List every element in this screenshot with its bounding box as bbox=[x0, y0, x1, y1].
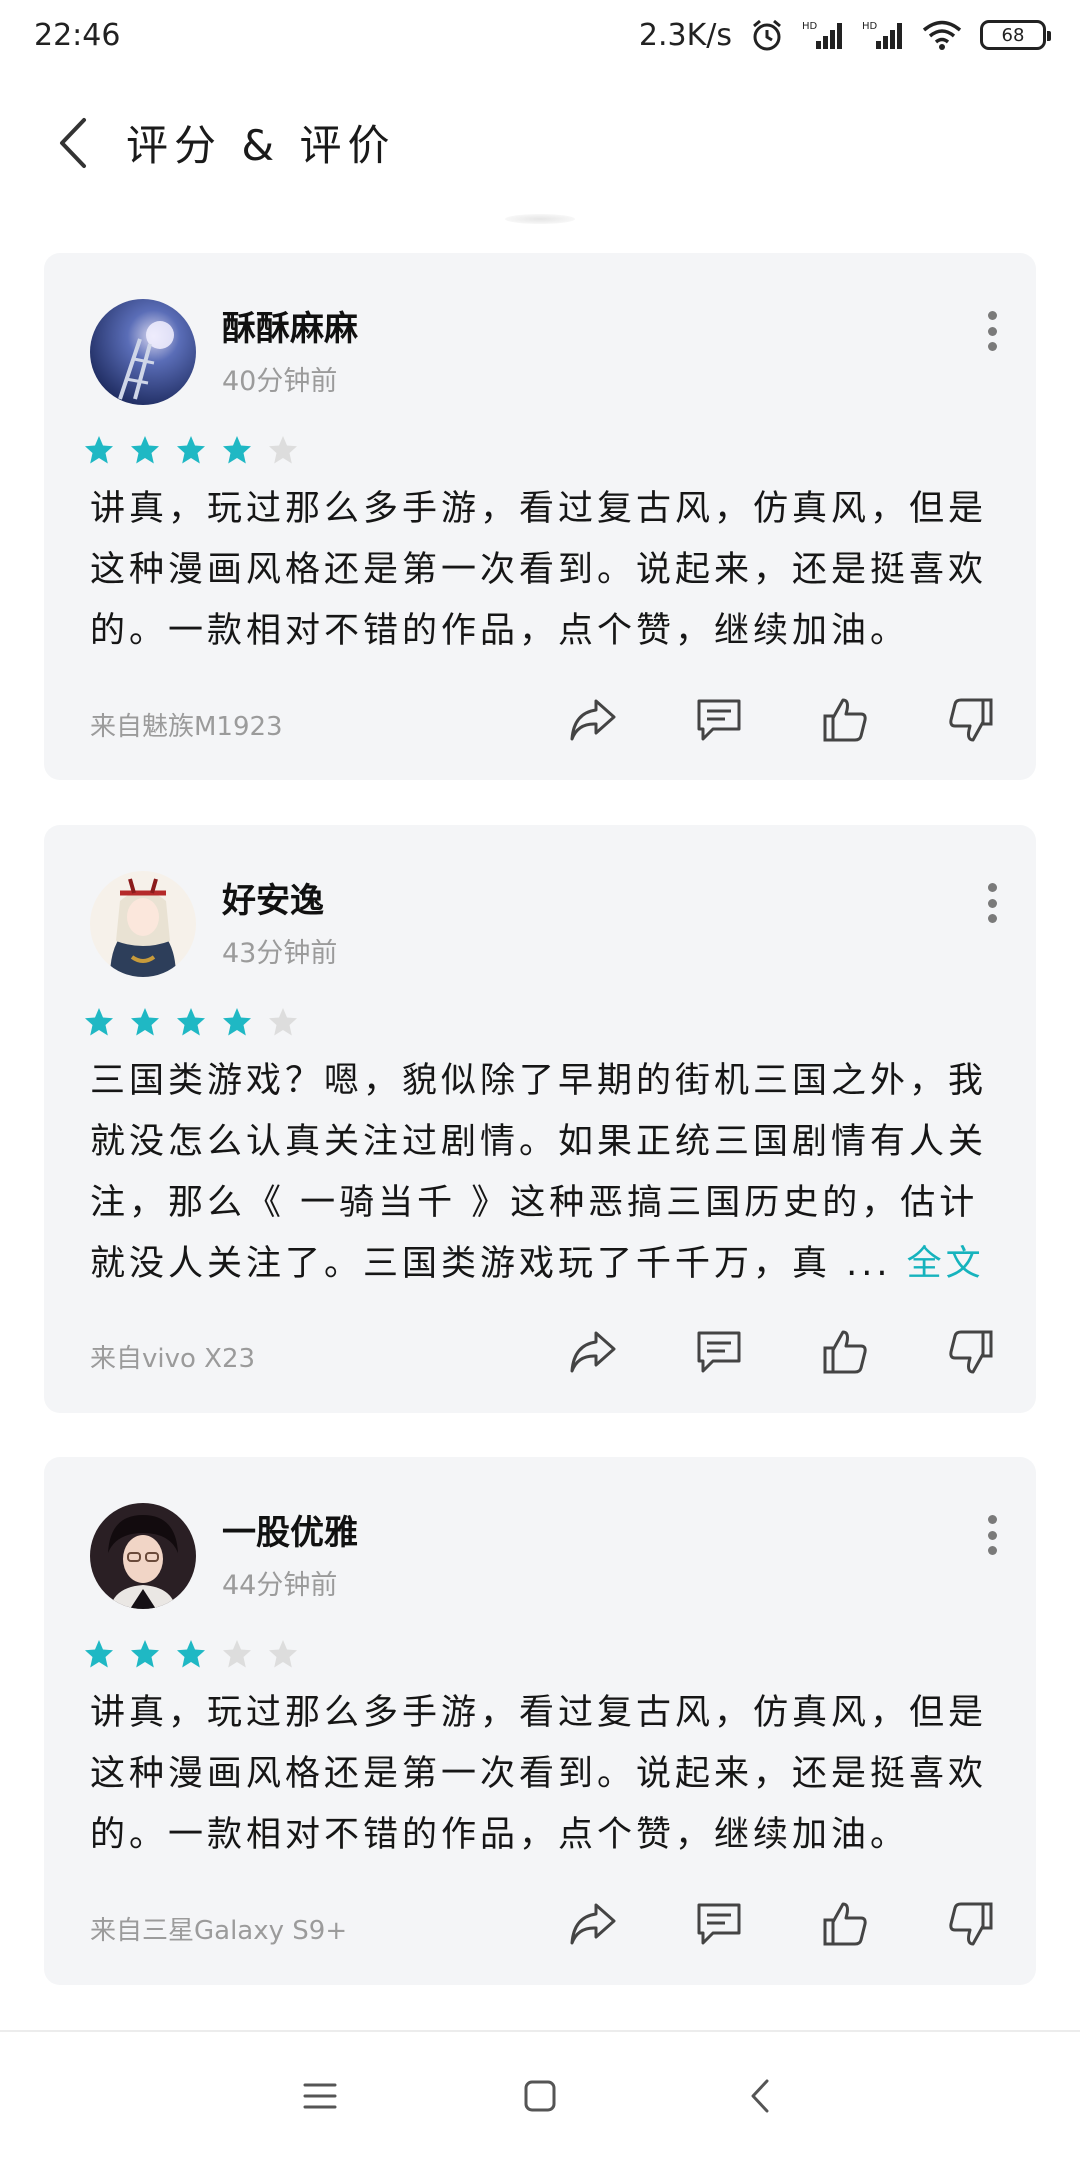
comment-icon[interactable] bbox=[694, 695, 744, 745]
device-label: 来自三星Galaxy S9+ bbox=[90, 1916, 348, 1946]
review-card: 好安逸 43分钟前 三国类游戏？嗯，貌似除了早期的街机三国之外，我就没怎么认真关… bbox=[44, 825, 1036, 1413]
star-filled-icon bbox=[85, 1640, 113, 1668]
svg-text:HD: HD bbox=[862, 21, 878, 32]
device-label: 来自魅族M1923 bbox=[90, 712, 283, 742]
reviewer-name: 酥酥麻麻 bbox=[222, 309, 358, 349]
review-time: 44分钟前 bbox=[222, 1570, 338, 1601]
star-empty-icon bbox=[269, 436, 297, 464]
review-card: 酥酥麻麻 40分钟前 讲真，玩过那么多手游，看过复古风，仿真风，但是这种漫画风格… bbox=[44, 253, 1036, 780]
menu-icon[interactable] bbox=[295, 2071, 345, 2121]
star-filled-icon bbox=[223, 1008, 251, 1036]
star-filled-icon bbox=[85, 1008, 113, 1036]
review-body: 讲真，玩过那么多手游，看过复古风，仿真风，但是这种漫画风格还是第一次看到。说起来… bbox=[90, 489, 988, 651]
signal-hd-icon-2: HD bbox=[862, 21, 902, 49]
review-actions bbox=[568, 1327, 996, 1377]
rating-stars bbox=[84, 1639, 298, 1669]
avatar[interactable] bbox=[90, 871, 196, 977]
comment-icon[interactable] bbox=[694, 1899, 744, 1949]
reviews-page: 22:46 2.3K/s HD HD 68 评分 & 评价 酥酥麻麻 40分钟前… bbox=[0, 0, 1080, 2160]
review-card: 一股优雅 44分钟前 讲真，玩过那么多手游，看过复古风，仿真风，但是这种漫画风格… bbox=[44, 1457, 1036, 1985]
scroll-indicator bbox=[505, 214, 575, 224]
review-text: 讲真，玩过那么多手游，看过复古风，仿真风，但是这种漫画风格还是第一次看到。说起来… bbox=[90, 479, 998, 662]
page-title: 评分 & 评价 bbox=[126, 121, 396, 170]
star-filled-icon bbox=[131, 1640, 159, 1668]
more-options-icon[interactable] bbox=[986, 1515, 998, 1555]
reviewer-name: 好安逸 bbox=[222, 881, 324, 921]
star-empty-icon bbox=[269, 1008, 297, 1036]
back-arrow-icon[interactable] bbox=[58, 113, 102, 173]
review-time: 40分钟前 bbox=[222, 366, 338, 397]
status-icons: 2.3K/s HD HD 68 bbox=[638, 17, 1051, 53]
comment-icon[interactable] bbox=[694, 1327, 744, 1377]
home-icon[interactable] bbox=[515, 2071, 565, 2121]
review-actions bbox=[568, 695, 996, 745]
star-filled-icon bbox=[177, 1640, 205, 1668]
share-icon[interactable] bbox=[568, 695, 618, 745]
thumbs-up-icon[interactable] bbox=[820, 1327, 870, 1377]
avatar[interactable] bbox=[90, 299, 196, 405]
review-text: 三国类游戏？嗯，貌似除了早期的街机三国之外，我就没怎么认真关注过剧情。如果正统三… bbox=[90, 1051, 998, 1295]
rating-stars bbox=[84, 1007, 298, 1037]
net-speed: 2.3K/s bbox=[638, 17, 732, 53]
star-filled-icon bbox=[177, 1008, 205, 1036]
star-filled-icon bbox=[177, 436, 205, 464]
star-empty-icon bbox=[223, 1640, 251, 1668]
review-body: 三国类游戏？嗯，貌似除了早期的街机三国之外，我就没怎么认真关注过剧情。如果正统三… bbox=[90, 1061, 988, 1284]
header: 评分 & 评价 bbox=[0, 90, 1080, 195]
review-text: 讲真，玩过那么多手游，看过复古风，仿真风，但是这种漫画风格还是第一次看到。说起来… bbox=[90, 1683, 998, 1866]
thumbs-up-icon[interactable] bbox=[820, 1899, 870, 1949]
share-icon[interactable] bbox=[568, 1899, 618, 1949]
alarm-icon bbox=[753, 19, 781, 51]
star-empty-icon bbox=[269, 1640, 297, 1668]
system-nav-bar bbox=[0, 2030, 1080, 2160]
reviewer-name: 一股优雅 bbox=[222, 1513, 358, 1553]
thumbs-down-icon[interactable] bbox=[946, 695, 996, 745]
star-filled-icon bbox=[85, 436, 113, 464]
more-options-icon[interactable] bbox=[986, 311, 998, 351]
thumbs-down-icon[interactable] bbox=[946, 1899, 996, 1949]
status-bar: 22:46 2.3K/s HD HD 68 bbox=[0, 0, 1080, 70]
star-filled-icon bbox=[131, 1008, 159, 1036]
thumbs-up-icon[interactable] bbox=[820, 695, 870, 745]
avatar[interactable] bbox=[90, 1503, 196, 1609]
share-icon[interactable] bbox=[568, 1327, 618, 1377]
review-actions bbox=[568, 1899, 996, 1949]
battery-icon: 68 bbox=[980, 20, 1051, 50]
battery-level: 68 bbox=[1001, 24, 1025, 46]
review-time: 43分钟前 bbox=[222, 938, 338, 969]
svg-text:HD: HD bbox=[802, 21, 818, 32]
status-time: 22:46 bbox=[34, 17, 121, 53]
rating-stars bbox=[84, 435, 298, 465]
star-filled-icon bbox=[131, 436, 159, 464]
thumbs-down-icon[interactable] bbox=[946, 1327, 996, 1377]
star-filled-icon bbox=[223, 436, 251, 464]
back-nav-icon[interactable] bbox=[735, 2071, 785, 2121]
more-options-icon[interactable] bbox=[986, 883, 998, 923]
signal-hd-icon-1: HD bbox=[802, 21, 842, 49]
device-label: 来自vivo X23 bbox=[90, 1344, 256, 1374]
review-body: 讲真，玩过那么多手游，看过复古风，仿真风，但是这种漫画风格还是第一次看到。说起来… bbox=[90, 1693, 988, 1855]
full-text-link[interactable]: 全文 bbox=[907, 1244, 985, 1284]
wifi-icon bbox=[922, 20, 962, 50]
